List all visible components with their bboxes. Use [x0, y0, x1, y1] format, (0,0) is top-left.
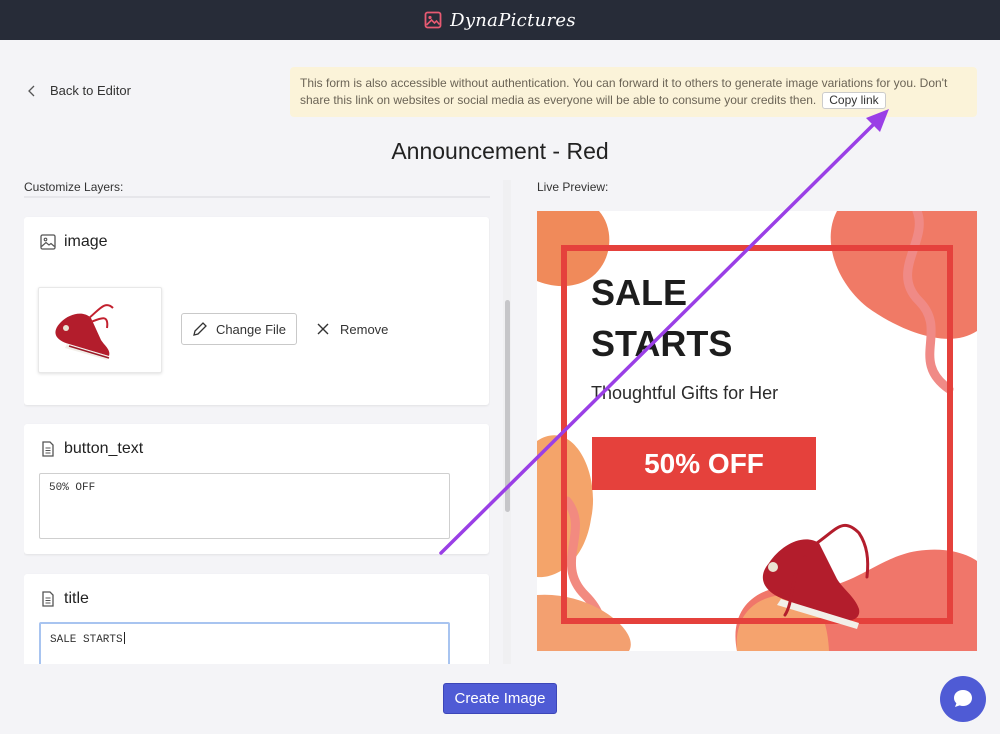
- image-thumbnail: [38, 287, 162, 373]
- layer-card-image: image Change File Remove: [24, 217, 489, 405]
- remove-label: Remove: [340, 321, 389, 337]
- layer-card-title: title SALE STARTS: [24, 574, 489, 664]
- change-file-button[interactable]: Change File: [181, 313, 297, 345]
- customize-layers-heading: Customize Layers:: [24, 180, 124, 194]
- layer-header-image: image: [40, 233, 108, 251]
- create-image-button[interactable]: Create Image: [443, 683, 557, 714]
- change-file-label: Change File: [215, 321, 287, 337]
- share-notice: This form is also accessible without aut…: [290, 67, 977, 117]
- text-caret: [123, 632, 125, 644]
- remove-button[interactable]: Remove: [316, 313, 388, 345]
- sneaker-thumbnail-image: [55, 304, 114, 360]
- copy-link-button[interactable]: Copy link: [822, 92, 886, 109]
- promo-artwork: SALE STARTS Thoughtful Gifts for Her 50%…: [537, 211, 977, 651]
- app-logo-text: DynaPictures: [450, 9, 576, 31]
- layer-header-title: title: [40, 590, 89, 608]
- preview-headline-line1: SALE: [591, 272, 687, 313]
- back-to-editor-link[interactable]: Back to Editor: [26, 83, 131, 98]
- live-preview-heading: Live Preview:: [537, 180, 609, 194]
- pencil-icon: [193, 322, 207, 336]
- preview-subtitle: Thoughtful Gifts for Her: [591, 383, 778, 403]
- layer-name-image: image: [64, 233, 108, 250]
- button-text-field[interactable]: 50% OFF: [39, 473, 450, 539]
- top-bar: DynaPictures: [0, 0, 1000, 40]
- back-label: Back to Editor: [50, 83, 131, 98]
- title-field-value: SALE STARTS: [50, 634, 123, 646]
- close-icon: [317, 323, 329, 335]
- preview-headline-line2: STARTS: [591, 323, 732, 364]
- image-icon: [40, 234, 56, 250]
- title-field[interactable]: SALE STARTS: [39, 622, 450, 664]
- preview-badge-text: 50% OFF: [644, 448, 764, 479]
- layer-header-button-text: button_text: [40, 440, 143, 458]
- document-icon: [42, 441, 54, 457]
- layer-name-button-text: button_text: [64, 440, 144, 457]
- logo-image-icon: [424, 11, 442, 29]
- live-preview-image: SALE STARTS Thoughtful Gifts for Her 50%…: [537, 211, 977, 651]
- chevron-left-icon: [28, 85, 35, 96]
- chat-bubble-icon: [954, 690, 972, 707]
- layers-panel: image Change File Remove button_text 50%…: [24, 196, 490, 664]
- document-icon: [42, 591, 54, 607]
- chat-widget-button[interactable]: [940, 676, 986, 722]
- page-title: Announcement - Red: [391, 138, 609, 164]
- layer-card-button-text: button_text 50% OFF: [24, 424, 489, 554]
- layer-name-title: title: [64, 590, 89, 607]
- panel-divider: [24, 196, 490, 198]
- layers-scrollbar-thumb[interactable]: [505, 300, 510, 512]
